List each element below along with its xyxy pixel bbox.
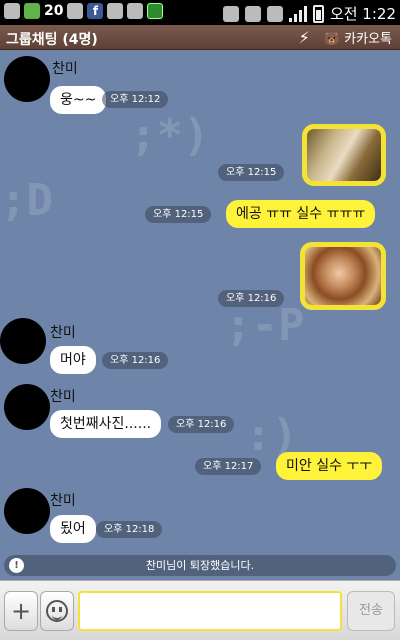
chat-title: 그룹채팅 (4명) xyxy=(6,32,98,48)
avatar[interactable] xyxy=(4,488,50,534)
message-time: 오후 12:16 xyxy=(218,290,285,307)
message-time: 오후 12:15 xyxy=(145,206,212,223)
app-name: 카카오톡 xyxy=(344,32,392,47)
exit-icon: ! xyxy=(9,558,24,573)
alarm-icon xyxy=(244,5,261,22)
sender-name: 찬미 xyxy=(50,493,76,509)
notification-count: 20 xyxy=(44,3,64,19)
emoticon-button[interactable] xyxy=(40,591,74,631)
add-friend-icon xyxy=(107,3,124,19)
incoming-message[interactable]: 웅~~ xyxy=(50,86,107,114)
kakaotalk-button[interactable]: 🐻 카카오톡 xyxy=(324,28,392,47)
avatar[interactable] xyxy=(4,56,50,102)
kakao-logo-icon: 🐻 xyxy=(323,32,341,47)
system-notice: ! 찬미님이 퇴장했습니다. xyxy=(4,555,396,576)
wifi-icon xyxy=(266,5,283,22)
sent-photo[interactable] xyxy=(300,242,386,310)
send-button[interactable]: 전송 xyxy=(347,591,395,631)
plus-icon: + xyxy=(10,597,32,625)
incoming-message[interactable]: 머야 xyxy=(50,346,96,374)
lock-icon xyxy=(147,3,164,19)
sender-name: 찬미 xyxy=(50,325,76,341)
message-time: 오후 12:16 xyxy=(102,352,169,369)
smiley-icon xyxy=(46,600,68,622)
add-notification-icon xyxy=(4,3,20,19)
avatar[interactable] xyxy=(4,384,50,430)
outgoing-message[interactable]: 미안 실수 ㅜㅜ xyxy=(276,452,383,480)
sender-name: 찬미 xyxy=(52,61,78,77)
background-emoticon: ;D xyxy=(0,175,53,226)
message-time: 오후 12:16 xyxy=(168,416,235,433)
clock: 오전 1:22 xyxy=(329,5,396,23)
incoming-message[interactable]: 첫번째사진...... xyxy=(50,410,162,438)
background-emoticon: ;-P xyxy=(225,300,305,351)
outgoing-message[interactable]: 에공 ㅠㅠ 실수 ㅠㅠㅠ xyxy=(226,200,376,228)
music-icon xyxy=(127,3,144,19)
message-time: 오후 12:12 xyxy=(102,91,169,108)
facebook-icon: f xyxy=(87,3,104,19)
background-emoticon: ;*) xyxy=(130,110,210,161)
input-bar: + 전송 xyxy=(0,580,400,640)
android-icon xyxy=(24,3,40,19)
chat-header: 그룹채팅 (4명) ⚡ 🐻 카카오톡 xyxy=(0,25,400,50)
chat-area[interactable]: ;*) ;D ;-P :) 찬미 웅~~ 오후 12:12 오후 12:15 에… xyxy=(0,50,400,580)
photo-image xyxy=(307,129,381,181)
lightning-icon[interactable]: ⚡ xyxy=(299,28,310,47)
avatar[interactable] xyxy=(0,318,46,364)
image-icon xyxy=(67,3,84,19)
status-bar: 20 f 오전 1:22 xyxy=(0,0,400,25)
battery-icon xyxy=(312,4,324,23)
message-time: 오후 12:18 xyxy=(96,521,163,538)
signal-icon xyxy=(288,5,307,22)
add-button[interactable]: + xyxy=(4,591,38,631)
sender-name: 찬미 xyxy=(50,389,76,405)
message-time: 오후 12:15 xyxy=(218,164,285,181)
mute-icon xyxy=(222,5,239,22)
message-time: 오후 12:17 xyxy=(195,458,262,475)
system-notice-text: 찬미님이 퇴장했습니다. xyxy=(145,559,255,572)
message-input[interactable] xyxy=(78,591,342,631)
photo-image xyxy=(305,247,381,305)
incoming-message[interactable]: 됬어 xyxy=(50,515,96,543)
sent-photo[interactable] xyxy=(302,124,386,186)
